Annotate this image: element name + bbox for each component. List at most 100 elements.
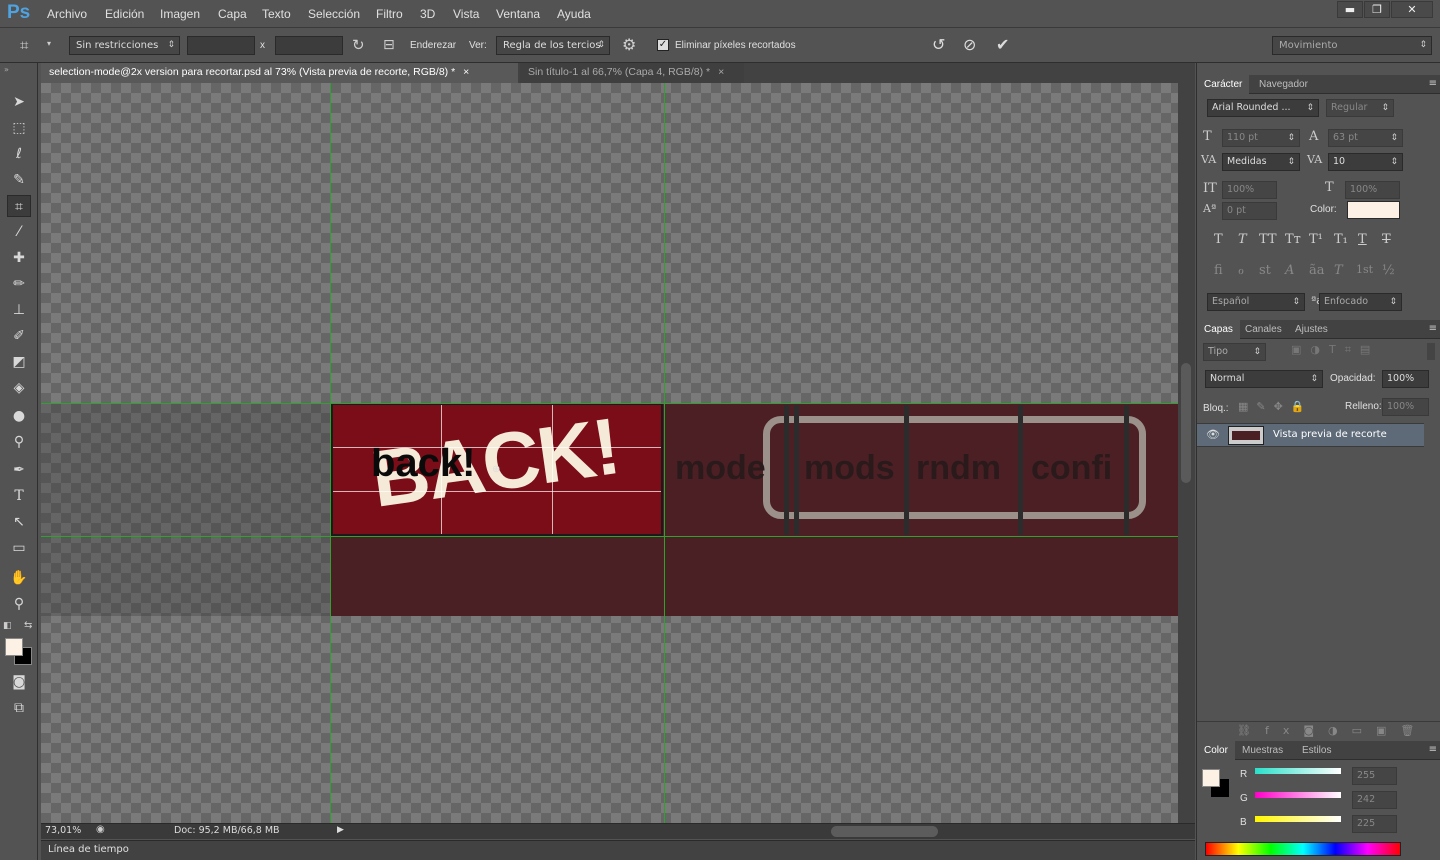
tab-muestras[interactable]: Muestras bbox=[1235, 741, 1290, 760]
r-slider[interactable] bbox=[1255, 768, 1341, 774]
healing-tool-icon[interactable]: ✚ bbox=[7, 247, 31, 269]
type-tool-icon[interactable]: T bbox=[7, 485, 31, 507]
preset-dropdown-icon[interactable]: ▾ bbox=[47, 39, 51, 48]
crop-tool-preset-icon[interactable]: ⌗ bbox=[20, 36, 28, 54]
language-select[interactable]: Español bbox=[1207, 293, 1305, 311]
g-input[interactable]: 242 bbox=[1352, 791, 1397, 809]
tracking-select[interactable]: 10 bbox=[1328, 153, 1403, 171]
close-tab-icon[interactable]: × bbox=[463, 66, 469, 78]
crop-center-icon[interactable]: ⊕ bbox=[492, 464, 500, 475]
font-family-select[interactable]: Arial Rounded ... bbox=[1207, 99, 1319, 117]
zoom-level[interactable]: 73,01% bbox=[45, 825, 81, 836]
tab-sin-titulo[interactable]: Sin título-1 al 66,7% (Capa 4, RGB/8) * × bbox=[520, 63, 744, 83]
timeline-tab[interactable]: Línea de tiempo bbox=[48, 844, 129, 855]
path-select-tool-icon[interactable]: ↖ bbox=[7, 511, 31, 533]
scroll-thumb[interactable] bbox=[1181, 363, 1191, 483]
text-color-swatch[interactable] bbox=[1347, 201, 1400, 219]
swash-icon[interactable]: A bbox=[1285, 263, 1294, 278]
tab-color[interactable]: Color bbox=[1197, 741, 1235, 760]
quick-select-tool-icon[interactable]: ✎ bbox=[7, 169, 31, 191]
layer-filter-icons[interactable]: ▣◑T⌗▤ bbox=[1291, 343, 1379, 357]
ordinals-icon[interactable]: 1st bbox=[1356, 263, 1373, 276]
layers-scrollbar[interactable] bbox=[1427, 343, 1435, 360]
export-icon[interactable]: ◉ bbox=[96, 824, 105, 835]
titling-alternates-icon[interactable]: ãa bbox=[1309, 263, 1325, 278]
g-slider[interactable] bbox=[1255, 792, 1341, 798]
horizontal-scroll-thumb[interactable] bbox=[831, 826, 938, 837]
menu-vista[interactable]: Vista bbox=[453, 7, 479, 21]
zoom-tool-icon[interactable]: ⚲ bbox=[7, 593, 31, 615]
underline-icon[interactable]: T bbox=[1358, 232, 1367, 247]
eraser-tool-icon[interactable]: ◩ bbox=[7, 351, 31, 373]
close-button[interactable]: ✕ bbox=[1391, 1, 1433, 18]
font-size-input[interactable]: 110 pt bbox=[1222, 129, 1300, 147]
menu-capa[interactable]: Capa bbox=[218, 7, 247, 21]
cancel-icon[interactable]: ⊘ bbox=[963, 35, 976, 54]
menu-imagen[interactable]: Imagen bbox=[160, 7, 200, 21]
layer-row[interactable]: 👁 Vista previa de recorte bbox=[1197, 423, 1424, 447]
superscript-icon[interactable]: T¹ bbox=[1309, 232, 1323, 247]
color-foreground-swatch[interactable] bbox=[1202, 769, 1220, 787]
menu-seleccion[interactable]: Selección bbox=[308, 7, 360, 21]
shape-tool-icon[interactable]: ▭ bbox=[7, 537, 31, 559]
stylistic-alternates-icon[interactable]: st bbox=[1259, 263, 1271, 278]
kerning-select[interactable]: Medidas bbox=[1222, 153, 1300, 171]
discretionary-ligatures-icon[interactable]: ℴ bbox=[1238, 263, 1244, 278]
commit-icon[interactable]: ✔ bbox=[996, 35, 1009, 54]
straighten-label[interactable]: Enderezar bbox=[410, 40, 456, 51]
horizontal-scale-input[interactable]: 100% bbox=[1345, 181, 1400, 199]
vertical-scrollbar[interactable] bbox=[1178, 83, 1195, 823]
foreground-color-swatch[interactable] bbox=[5, 638, 23, 656]
menu-archivo[interactable]: Archivo bbox=[47, 7, 87, 21]
delete-cropped-checkbox[interactable]: ✓ bbox=[657, 39, 669, 51]
stamp-tool-icon[interactable]: ⊥ bbox=[7, 299, 31, 321]
tab-ajustes[interactable]: Ajustes bbox=[1288, 320, 1335, 339]
straighten-icon[interactable]: ⊟ bbox=[383, 37, 395, 53]
panel-menu-icon[interactable]: ≡ bbox=[1429, 323, 1437, 334]
crop-height-input[interactable] bbox=[275, 36, 343, 55]
tab-selection-mode[interactable]: selection-mode@2x version para recortar.… bbox=[41, 63, 518, 83]
document-canvas[interactable]: mode mods rndm confi BACK! back! ⊕ bbox=[41, 83, 1178, 823]
r-input[interactable]: 255 bbox=[1352, 767, 1397, 785]
layer-actions-icons[interactable]: ⛓fx◙◑▭▣🗑 bbox=[1237, 724, 1428, 737]
tab-navegador[interactable]: Navegador bbox=[1252, 75, 1315, 94]
b-slider[interactable] bbox=[1255, 816, 1341, 822]
lasso-tool-icon[interactable]: ℓ bbox=[7, 143, 31, 165]
vertical-scale-input[interactable]: 100% bbox=[1222, 181, 1277, 199]
overlay-select[interactable]: Regla de los tercios bbox=[496, 36, 610, 55]
gradient-tool-icon[interactable]: ◈ bbox=[7, 377, 31, 399]
faux-italic-icon[interactable]: T bbox=[1238, 232, 1247, 247]
antialias-select[interactable]: Enfocado bbox=[1319, 293, 1402, 311]
menu-texto[interactable]: Texto bbox=[262, 7, 291, 21]
faux-bold-icon[interactable]: T bbox=[1214, 232, 1223, 247]
collapse-toolbox-icon[interactable]: » bbox=[4, 65, 9, 74]
opacity-input[interactable]: 100% bbox=[1382, 370, 1429, 388]
crop-width-input[interactable] bbox=[187, 36, 255, 55]
swap-colors-icon[interactable]: ⇆ bbox=[24, 620, 32, 631]
tab-canales[interactable]: Canales bbox=[1238, 320, 1289, 339]
default-colors-icon[interactable]: ◧ bbox=[3, 621, 12, 631]
panel-menu-icon[interactable]: ≡ bbox=[1429, 78, 1437, 89]
dodge-tool-icon[interactable]: ⚲ bbox=[7, 431, 31, 453]
eyedropper-tool-icon[interactable]: ⁄ bbox=[7, 221, 31, 243]
tab-caracter[interactable]: Carácter bbox=[1197, 75, 1250, 94]
menu-3d[interactable]: 3D bbox=[420, 7, 435, 21]
eye-icon[interactable]: 👁 bbox=[1206, 428, 1220, 441]
history-brush-tool-icon[interactable]: ✐ bbox=[7, 325, 31, 347]
crop-tool-icon[interactable]: ⌗ bbox=[7, 195, 31, 217]
reset-icon[interactable]: ↺ bbox=[932, 35, 945, 54]
small-caps-icon[interactable]: Tт bbox=[1285, 232, 1301, 247]
baseline-input[interactable]: 0 pt bbox=[1222, 202, 1277, 220]
fill-input[interactable]: 100% bbox=[1382, 398, 1429, 416]
fractions-icon[interactable]: ½ bbox=[1382, 263, 1395, 278]
screen-mode-icon[interactable]: ⧉ bbox=[7, 697, 31, 719]
hand-tool-icon[interactable]: ✋ bbox=[7, 567, 31, 589]
tab-estilos[interactable]: Estilos bbox=[1295, 741, 1338, 760]
tab-capas[interactable]: Capas bbox=[1197, 320, 1240, 339]
quick-mask-icon[interactable]: ◙ bbox=[7, 671, 31, 693]
blur-tool-icon[interactable]: ● bbox=[7, 405, 31, 427]
brush-tool-icon[interactable]: ✏ bbox=[7, 273, 31, 295]
gear-icon[interactable]: ⚙ bbox=[622, 35, 636, 54]
subscript-icon[interactable]: T₁ bbox=[1334, 232, 1348, 247]
move-tool-icon[interactable]: ➤ bbox=[7, 91, 31, 113]
